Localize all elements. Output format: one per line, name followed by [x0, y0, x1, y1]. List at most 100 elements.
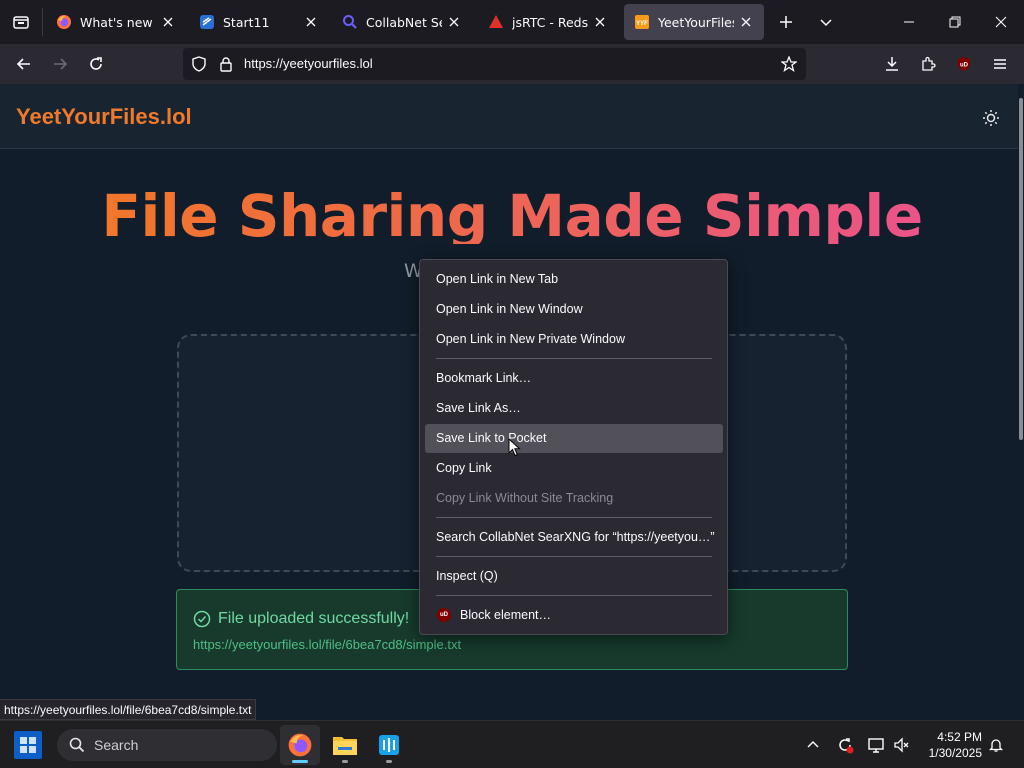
tab-collabnet-searxng[interactable]: CollabNet SearXN	[332, 4, 472, 40]
ublock-origin-icon: uD	[958, 57, 970, 71]
svg-text:YYF: YYF	[636, 21, 648, 27]
start11-icon	[200, 15, 214, 29]
taskbar-clock[interactable]: 4:52 PM 1/30/2025	[920, 729, 982, 761]
tray-volume-button[interactable]	[892, 735, 912, 755]
search-icon	[69, 737, 85, 753]
site-logo[interactable]: YeetYourFiles.lol	[16, 104, 192, 130]
close-icon	[995, 16, 1007, 28]
shield-icon[interactable]	[191, 56, 207, 72]
menu-save-link-as[interactable]: Save Link As…	[425, 394, 723, 423]
start-button[interactable]	[8, 725, 48, 765]
app-menu-button[interactable]	[984, 48, 1016, 80]
taskbar-app[interactable]	[369, 725, 409, 765]
menu-open-new-window[interactable]: Open Link in New Window	[425, 295, 723, 324]
notifications-button[interactable]	[986, 735, 1006, 755]
tab-yeetyourfiles[interactable]: YYF YeetYourFiles.lol	[624, 4, 764, 40]
taskbar-file-explorer[interactable]	[325, 725, 365, 765]
hamburger-menu-icon	[994, 59, 1006, 69]
url-text[interactable]: https://yeetyourfiles.lol	[244, 56, 373, 71]
search-icon	[343, 15, 357, 29]
firefox-view-button[interactable]	[0, 0, 42, 44]
reload-button[interactable]	[80, 48, 112, 80]
tab-title: YeetYourFiles.lol	[658, 14, 734, 30]
firefox-view-icon	[13, 16, 29, 29]
tab-jsrtc[interactable]: jsRTC - Redscien	[478, 4, 618, 40]
tab-title: Start11	[223, 14, 270, 30]
clock-time: 4:52 PM	[937, 730, 982, 744]
menu-save-link-to-pocket[interactable]: Save Link to Pocket	[425, 424, 723, 453]
menu-open-new-tab[interactable]: Open Link in New Tab	[425, 265, 723, 294]
menu-separator	[436, 595, 712, 596]
close-icon[interactable]	[738, 14, 754, 30]
taskbar-search-label: Search	[94, 737, 139, 753]
windows-start-icon	[14, 731, 42, 759]
tray-sync-button[interactable]	[835, 735, 855, 755]
close-icon[interactable]	[592, 14, 608, 30]
reload-icon	[90, 57, 102, 70]
plus-icon	[780, 16, 792, 28]
back-button[interactable]	[8, 48, 40, 80]
menu-bookmark-link[interactable]: Bookmark Link…	[425, 364, 723, 393]
arrow-right-icon	[54, 58, 68, 70]
tab-title: CollabNet SearXN	[366, 14, 442, 30]
tab-start11[interactable]: Start11	[189, 4, 329, 40]
site-header: YeetYourFiles.lol	[0, 84, 1018, 149]
speaker-muted-icon	[894, 737, 909, 753]
ublock-origin-button[interactable]: uD	[948, 48, 980, 80]
yyf-icon: YYF	[635, 15, 649, 29]
ublock-origin-icon: uD	[437, 608, 451, 622]
link-context-menu: Open Link in New Tab Open Link in New Wi…	[419, 259, 728, 635]
folder-icon	[333, 737, 357, 755]
restore-icon	[949, 16, 961, 28]
scrollbar-thumb[interactable]	[1019, 98, 1023, 440]
minimize-icon	[904, 21, 914, 23]
url-bar[interactable]: https://yeetyourfiles.lol	[183, 48, 806, 80]
tab-title: jsRTC - Redscien	[512, 14, 588, 30]
downloads-button[interactable]	[876, 48, 908, 80]
lock-icon[interactable]	[219, 56, 233, 72]
show-hidden-icons-button[interactable]	[803, 735, 823, 755]
minimize-button[interactable]	[886, 0, 932, 44]
tab-whats-new[interactable]: What's new with	[46, 4, 186, 40]
menu-copy-link-no-tracking: Copy Link Without Site Tracking	[436, 491, 614, 505]
menu-search-collabnet[interactable]: Search CollabNet SearXNG for “https://ye…	[425, 523, 723, 552]
warning-triangle-icon	[489, 15, 503, 28]
hero-title: File Sharing Made Simple	[0, 182, 1024, 244]
restore-button[interactable]	[932, 0, 978, 44]
puzzle-piece-icon	[922, 56, 936, 71]
taskbar-search-box[interactable]: Search	[57, 729, 277, 761]
close-window-button[interactable]	[978, 0, 1024, 44]
list-all-tabs-button[interactable]	[810, 6, 842, 38]
menu-copy-link[interactable]: Copy Link	[425, 454, 723, 483]
menu-block-element[interactable]: uD Block element…	[425, 601, 723, 630]
firefox-icon	[288, 733, 312, 757]
menu-open-private-window[interactable]: Open Link in New Private Window	[425, 325, 723, 354]
tray-network-button[interactable]	[866, 735, 886, 755]
close-icon[interactable]	[160, 14, 176, 30]
download-icon	[886, 57, 898, 71]
taskbar-firefox[interactable]	[280, 725, 320, 765]
chevron-up-icon	[807, 741, 819, 748]
running-indicator	[292, 760, 308, 763]
status-bar-link-preview: https://yeetyourfiles.lol/file/6bea7cd8/…	[0, 699, 257, 720]
chevron-down-icon	[820, 19, 832, 27]
new-tab-button[interactable]	[770, 6, 802, 38]
bell-icon	[988, 739, 1004, 752]
close-icon[interactable]	[446, 14, 462, 30]
tab-divider	[42, 8, 43, 36]
menu-separator	[436, 358, 712, 359]
running-indicator	[342, 760, 348, 763]
star-icon[interactable]	[781, 56, 797, 72]
forward-button[interactable]	[44, 48, 76, 80]
mouse-cursor-icon	[508, 438, 521, 457]
page-scrollbar[interactable]	[1018, 84, 1024, 720]
running-indicator	[386, 760, 392, 763]
firefox-icon	[57, 15, 71, 29]
uploaded-file-link[interactable]: https://yeetyourfiles.lol/file/6bea7cd8/…	[193, 637, 461, 652]
menu-inspect[interactable]: Inspect (Q)	[425, 562, 723, 591]
svg-text:uD: uD	[960, 63, 969, 69]
sun-icon[interactable]	[982, 109, 1000, 127]
store-bag-icon	[379, 735, 399, 755]
close-icon[interactable]	[303, 14, 319, 30]
extensions-button[interactable]	[912, 48, 944, 80]
